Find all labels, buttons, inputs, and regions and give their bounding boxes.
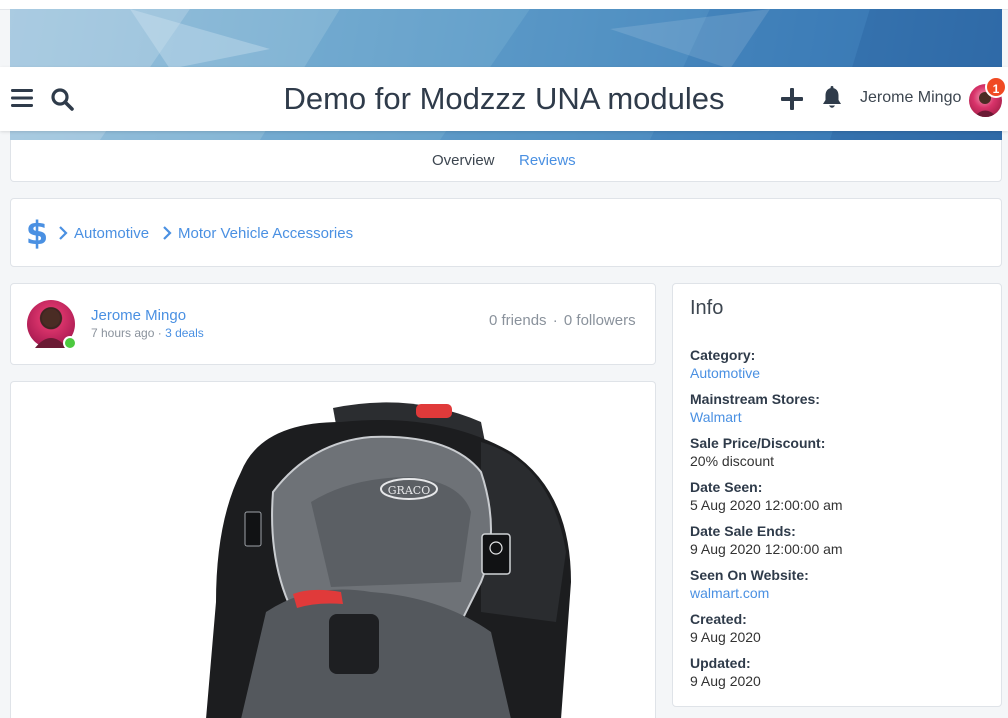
friends-count[interactable]: 0 friends <box>489 312 547 329</box>
user-name[interactable]: Jerome Mingo <box>860 89 961 107</box>
stores-value[interactable]: Walmart <box>690 409 742 425</box>
search-icon[interactable] <box>50 87 74 111</box>
social-counts: 0 friends · 0 followers <box>489 312 636 329</box>
site-title[interactable]: Demo for Modzzz UNA modules <box>283 81 724 116</box>
breadcrumb-automotive[interactable]: Automotive <box>74 225 149 242</box>
breadcrumb: $ Automotive Motor Vehicle Accessories <box>10 198 1002 267</box>
date-seen-value: 5 Aug 2020 12:00:00 am <box>690 497 843 513</box>
online-status-dot <box>63 336 77 350</box>
plus-icon[interactable] <box>781 88 803 110</box>
product-image-card: GRACO <box>10 381 656 718</box>
chevron-right-icon <box>163 226 172 240</box>
deals-link[interactable]: 3 deals <box>165 326 204 340</box>
author-card: Jerome Mingo 7 hours ago · 3 deals 0 fri… <box>10 283 656 365</box>
chevron-right-icon <box>59 226 68 240</box>
category-value[interactable]: Automotive <box>690 365 760 381</box>
created-value: 9 Aug 2020 <box>690 629 761 645</box>
hamburger-menu-icon[interactable] <box>11 88 33 108</box>
bell-icon[interactable] <box>821 86 843 110</box>
updated-value: 9 Aug 2020 <box>690 673 761 689</box>
discount-label: Sale Price/Discount: <box>690 435 826 451</box>
notification-badge[interactable]: 1 <box>985 76 1007 98</box>
brand-logo-text: GRACO <box>388 484 430 497</box>
category-label: Category: <box>690 347 756 363</box>
date-sale-ends-label: Date Sale Ends: <box>690 523 796 539</box>
svg-text:$: $ <box>26 215 48 249</box>
date-sale-ends-value: 9 Aug 2020 12:00:00 am <box>690 541 843 557</box>
info-title: Info <box>690 297 724 319</box>
site-header: Demo for Modzzz UNA modules Jerome Mingo <box>0 67 1008 131</box>
website-value[interactable]: walmart.com <box>690 585 769 601</box>
post-time: 7 hours ago <box>91 326 155 340</box>
website-label: Seen On Website: <box>690 567 809 583</box>
car-seat-image[interactable]: GRACO <box>11 382 656 718</box>
info-panel: Info Category: Automotive Mainstream Sto… <box>672 283 1002 707</box>
dollar-sign-icon[interactable]: $ <box>26 215 48 249</box>
author-meta: 7 hours ago · 3 deals <box>91 326 204 340</box>
followers-count[interactable]: 0 followers <box>564 312 636 329</box>
stores-label: Mainstream Stores: <box>690 391 820 407</box>
page-tabs: Overview Reviews <box>10 140 1002 182</box>
discount-value: 20% discount <box>690 453 775 469</box>
breadcrumb-motor-vehicle-accessories[interactable]: Motor Vehicle Accessories <box>178 225 353 242</box>
author-name[interactable]: Jerome Mingo <box>91 307 186 324</box>
created-label: Created: <box>690 611 747 627</box>
tab-reviews[interactable]: Reviews <box>519 152 576 169</box>
tab-overview[interactable]: Overview <box>432 152 495 169</box>
date-seen-label: Date Seen: <box>690 479 763 495</box>
meta-separator: · <box>157 326 162 340</box>
updated-label: Updated: <box>690 655 751 671</box>
